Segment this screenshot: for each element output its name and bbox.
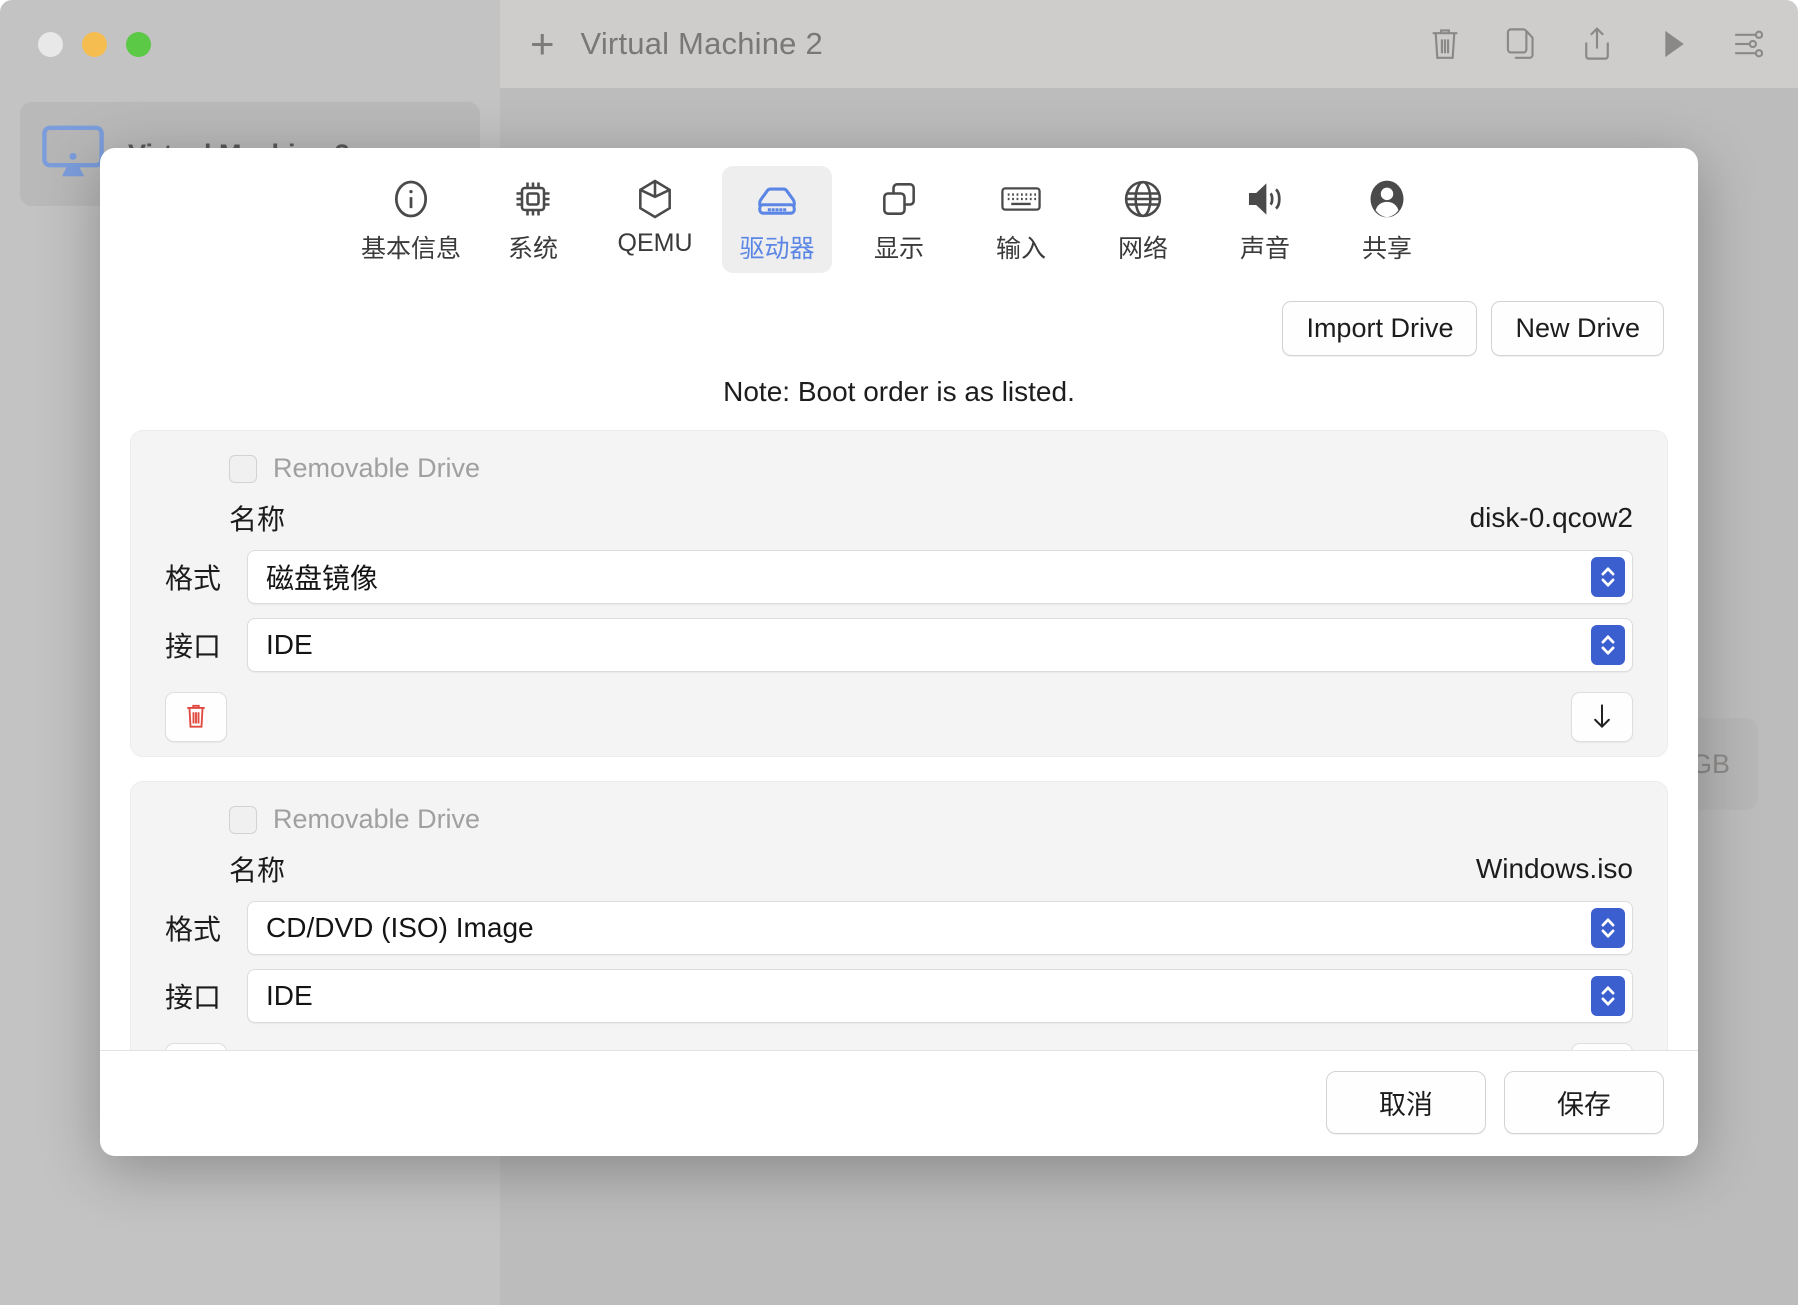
drive-name-label: 名称	[229, 849, 285, 889]
windows-icon	[877, 176, 921, 222]
minimize-button[interactable]	[82, 32, 107, 57]
drive-interface-row: 接口 IDE	[165, 969, 1633, 1023]
tab-drives[interactable]: 驱动器	[722, 166, 832, 273]
tab-system[interactable]: 系统	[478, 166, 588, 273]
drive-interface-value: IDE	[266, 629, 313, 661]
close-button[interactable]	[38, 32, 63, 57]
removable-drive-label: Removable Drive	[273, 804, 480, 835]
drive-name-value: disk-0.qcow2	[1470, 502, 1633, 534]
info-circle-icon	[389, 176, 433, 222]
run-icon[interactable]	[1654, 24, 1692, 64]
drive-format-select[interactable]: 磁盘镜像	[247, 550, 1633, 604]
settings-tabbar: 基本信息 系统 QEMU	[100, 148, 1698, 283]
tab-label: 网络	[1118, 229, 1168, 265]
cpu-chip-icon	[511, 176, 555, 222]
tab-label: 共享	[1362, 229, 1412, 265]
removable-drive-label: Removable Drive	[273, 453, 480, 484]
drive-card: Removable Drive 名称 Windows.iso 格式 CD/DVD…	[130, 781, 1668, 1050]
drive-card: Removable Drive 名称 disk-0.qcow2 格式 磁盘镜像	[130, 430, 1668, 757]
arrow-down-icon	[1589, 701, 1615, 734]
drive-interface-label: 接口	[165, 625, 227, 665]
drive-interface-select[interactable]: IDE	[247, 618, 1633, 672]
tab-sharing[interactable]: 共享	[1332, 166, 1442, 273]
drive-name-row: 名称 disk-0.qcow2	[165, 488, 1633, 550]
tab-label: 输入	[996, 229, 1046, 265]
box-3d-icon	[633, 176, 677, 222]
tab-display[interactable]: 显示	[844, 166, 954, 273]
drive-format-value: CD/DVD (ISO) Image	[266, 912, 534, 944]
delete-drive-button[interactable]	[165, 692, 227, 742]
removable-drive-row[interactable]: Removable Drive	[165, 447, 1633, 488]
drive-format-row: 格式 CD/DVD (ISO) Image	[165, 901, 1633, 955]
drive-format-value: 磁盘镜像	[266, 557, 378, 597]
tab-label: 声音	[1240, 229, 1290, 265]
chevron-updown-icon[interactable]	[1591, 976, 1625, 1016]
trash-icon[interactable]	[1426, 24, 1464, 64]
person-icon	[1365, 176, 1409, 222]
window-title: Virtual Machine 2	[581, 26, 823, 62]
speaker-icon	[1242, 176, 1288, 222]
titlebar-left-section	[0, 0, 500, 88]
toolbar-icons	[1426, 24, 1768, 64]
delete-drive-button[interactable]	[165, 1043, 227, 1050]
boot-order-note: Note: Boot order is as listed.	[130, 356, 1668, 430]
tab-network[interactable]: 网络	[1088, 166, 1198, 273]
window-titlebar: + Virtual Machine 2	[0, 0, 1798, 88]
duplicate-icon[interactable]	[1502, 24, 1540, 64]
add-vm-button[interactable]: +	[530, 23, 555, 65]
share-icon[interactable]	[1578, 24, 1616, 64]
drive-format-row: 格式 磁盘镜像	[165, 550, 1633, 604]
globe-icon	[1121, 176, 1165, 222]
drive-icon	[754, 176, 800, 222]
chevron-updown-icon[interactable]	[1591, 557, 1625, 597]
import-drive-button[interactable]: Import Drive	[1282, 301, 1477, 356]
drive-interface-value: IDE	[266, 980, 313, 1012]
tab-label: 驱动器	[739, 229, 814, 265]
tab-basic-info[interactable]: 基本信息	[356, 166, 466, 273]
drive-name-label: 名称	[229, 498, 285, 538]
maximize-button[interactable]	[126, 32, 151, 57]
move-drive-down-button[interactable]	[1571, 692, 1633, 742]
drive-format-label: 格式	[165, 557, 227, 597]
tab-sound[interactable]: 声音	[1210, 166, 1320, 273]
settings-sliders-icon[interactable]	[1730, 24, 1768, 64]
cancel-button[interactable]: 取消	[1326, 1071, 1486, 1134]
drive-actions: Import Drive New Drive	[130, 283, 1668, 356]
traffic-lights	[38, 32, 151, 57]
chevron-updown-icon[interactable]	[1591, 908, 1625, 948]
drive-interface-label: 接口	[165, 976, 227, 1016]
drive-format-label: 格式	[165, 908, 227, 948]
tab-label: 系统	[508, 229, 558, 265]
tab-label: 显示	[874, 229, 924, 265]
removable-drive-row[interactable]: Removable Drive	[165, 798, 1633, 839]
new-drive-button[interactable]: New Drive	[1491, 301, 1664, 356]
drive-interface-row: 接口 IDE	[165, 618, 1633, 672]
trash-icon	[183, 701, 209, 734]
vm-settings-sheet: 基本信息 系统 QEMU	[100, 148, 1698, 1156]
removable-drive-checkbox[interactable]	[229, 806, 257, 834]
removable-drive-checkbox[interactable]	[229, 455, 257, 483]
drive-interface-select[interactable]: IDE	[247, 969, 1633, 1023]
drive-name-row: 名称 Windows.iso	[165, 839, 1633, 901]
tab-input[interactable]: 输入	[966, 166, 1076, 273]
tab-label: 基本信息	[361, 229, 461, 265]
display-icon	[40, 123, 106, 186]
move-drive-up-button[interactable]	[1571, 1043, 1633, 1050]
tab-qemu[interactable]: QEMU	[600, 166, 710, 266]
titlebar-right-section: + Virtual Machine 2	[500, 0, 1798, 88]
chevron-updown-icon[interactable]	[1591, 625, 1625, 665]
sheet-footer: 取消 保存	[100, 1050, 1698, 1156]
drive-format-select[interactable]: CD/DVD (ISO) Image	[247, 901, 1633, 955]
drive-action-row	[165, 1037, 1633, 1050]
drive-name-value: Windows.iso	[1476, 853, 1633, 885]
keyboard-icon	[998, 176, 1044, 222]
tab-label: QEMU	[618, 229, 693, 258]
drive-action-row	[165, 686, 1633, 742]
drives-panel: Import Drive New Drive Note: Boot order …	[100, 283, 1698, 1050]
save-button[interactable]: 保存	[1504, 1071, 1664, 1134]
